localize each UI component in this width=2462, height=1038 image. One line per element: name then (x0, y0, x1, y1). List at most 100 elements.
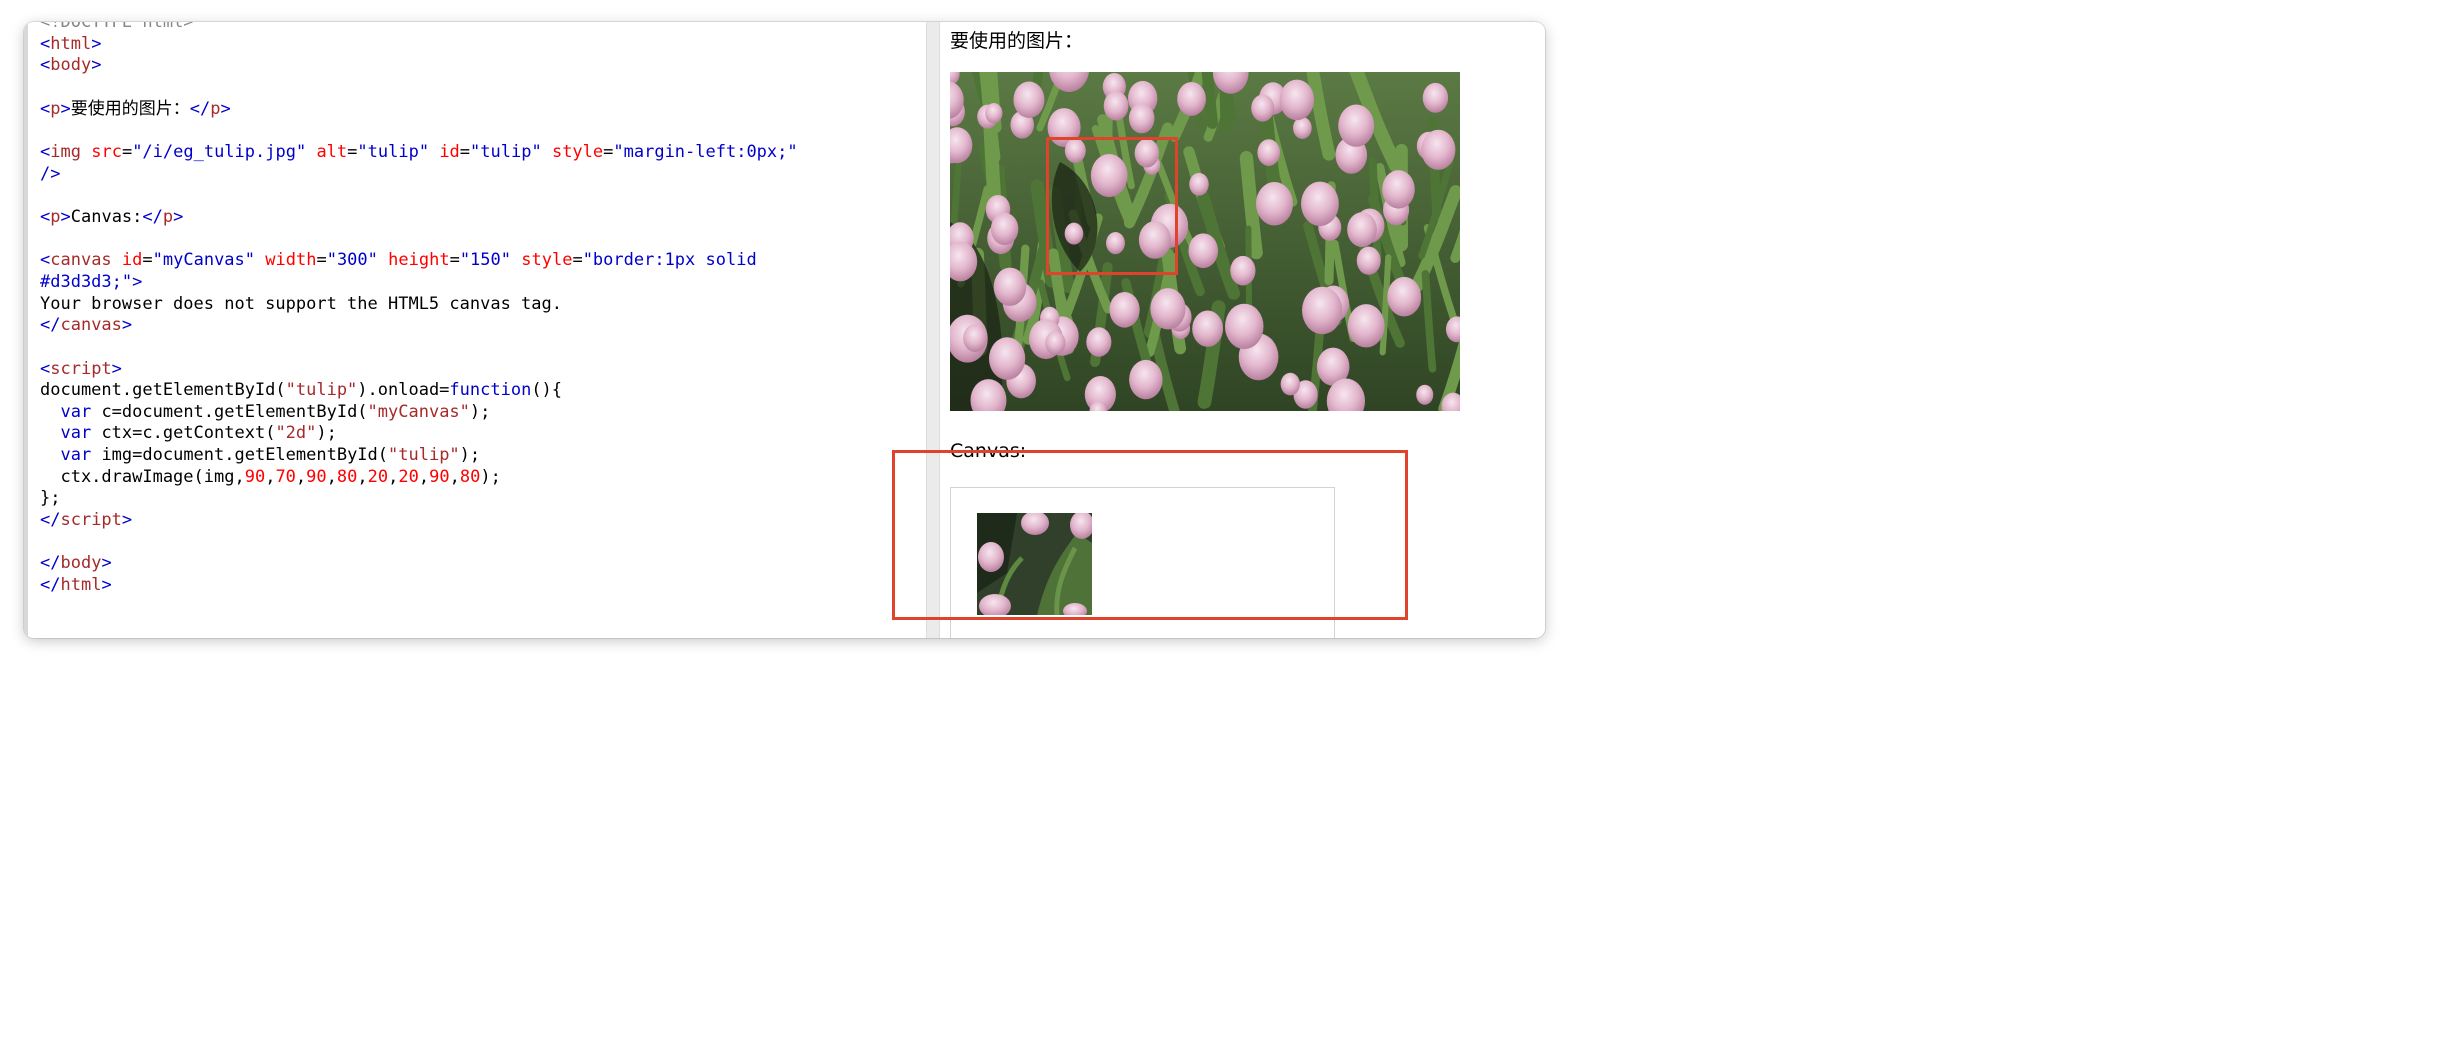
code-token: = (449, 250, 460, 271)
code-token: "margin-left:0px;" (613, 141, 798, 162)
canvas-highlight-box (892, 450, 1408, 620)
code-token: = (572, 250, 583, 271)
code-token: 90 (306, 466, 327, 487)
code-token: style (521, 250, 573, 271)
code-editor[interactable]: <!DOCTYPE html> <html> <body> <p>要使用的图片：… (24, 22, 926, 638)
code-token: }; (40, 488, 61, 509)
code-token: = (316, 250, 327, 271)
code-line[interactable]: </script> (40, 510, 132, 530)
code-line[interactable]: </body> (40, 553, 112, 573)
code-token: html (60, 575, 102, 596)
code-token: 90 (244, 466, 266, 487)
code-line[interactable]: Your browser does not support the HTML5 … (40, 294, 562, 314)
code-token: body (50, 55, 92, 76)
code-token: ctx=c.getContext( (91, 423, 276, 444)
code-token: 20 (398, 466, 419, 487)
code-token: Canvas: (70, 206, 143, 227)
code-token: > (111, 358, 122, 379)
code-token: img (50, 141, 81, 162)
tulip-bloom (1230, 255, 1256, 286)
code-token: height (388, 250, 450, 271)
tulip-bloom (985, 102, 1003, 124)
code-token: < (40, 98, 51, 119)
code-token: "/i/eg_tulip.jpg" (132, 141, 307, 162)
code-token: = (142, 250, 153, 271)
code-token: ); (316, 423, 337, 444)
code-token: </ (142, 206, 163, 227)
tulip-bloom (1189, 172, 1209, 196)
code-line[interactable]: <canvas id="myCanvas" width="300" height… (40, 250, 757, 270)
code-line[interactable]: <img src="/i/eg_tulip.jpg" alt="tulip" i… (40, 142, 798, 162)
code-token: "myCanvas" (152, 250, 256, 271)
tulip-bloom (1356, 246, 1381, 275)
code-line[interactable]: <body> (40, 55, 101, 75)
tulip-bloom (1224, 303, 1264, 350)
code-token: > (101, 553, 112, 574)
image-heading: 要使用的图片： (950, 30, 1084, 52)
code-token: > (91, 33, 102, 54)
code-token: 要使用的图片： (70, 98, 190, 119)
code-token: p (162, 206, 174, 227)
code-line[interactable]: </html> (40, 575, 112, 595)
code-token: </ (40, 575, 61, 596)
code-token: ).onload= (357, 380, 450, 401)
code-line[interactable]: var img=document.getElementById("tulip")… (40, 445, 480, 465)
code-line[interactable]: /> (40, 164, 60, 184)
code-line[interactable]: var c=document.getElementById("myCanvas"… (40, 402, 490, 422)
code-token: > (60, 98, 71, 119)
tulip-bloom (1045, 331, 1066, 355)
code-token: style (551, 141, 604, 162)
code-text[interactable]: <!DOCTYPE html> <html> <body> <p>要使用的图片：… (40, 22, 798, 597)
tulip-bloom (988, 337, 1026, 380)
tulip-bloom (1382, 170, 1415, 209)
code-token: > (91, 55, 102, 76)
leaf (982, 107, 1002, 217)
code-token: p (50, 206, 61, 227)
code-token: ); (469, 401, 491, 422)
code-line[interactable]: </canvas> (40, 315, 132, 335)
code-token: , (449, 466, 460, 487)
code-token: canvas (60, 315, 122, 336)
code-token: </ (40, 510, 61, 531)
code-line[interactable]: <p>要使用的图片：</p> (40, 99, 231, 119)
code-token: </ (40, 315, 61, 336)
tulip-bloom (1416, 384, 1434, 405)
code-token: function (449, 380, 532, 401)
code-line[interactable]: <script> (40, 359, 122, 379)
tulip-bloom (1347, 304, 1385, 348)
code-token: > (220, 98, 231, 119)
code-line[interactable]: document.getElementById("tulip").onload=… (40, 380, 562, 400)
code-line[interactable]: var ctx=c.getContext("2d"); (40, 423, 337, 444)
code-token: < (40, 55, 51, 76)
tulip-bloom (1109, 291, 1140, 328)
code-token: id (439, 141, 460, 162)
code-line[interactable]: #d3d3d3;"> (40, 272, 142, 292)
tulip-bloom (1338, 104, 1375, 147)
code-token: = (459, 141, 471, 162)
code-token: alt (316, 141, 348, 162)
code-token: "tulip" (470, 141, 542, 162)
code-token: ); (480, 466, 501, 487)
code-token: < (40, 33, 51, 54)
code-token: = (603, 141, 614, 162)
code-line[interactable]: <!DOCTYPE html> (40, 22, 194, 32)
code-line[interactable]: <html> (40, 34, 101, 54)
code-line[interactable]: }; (40, 488, 60, 508)
code-token: > (121, 510, 133, 531)
code-line[interactable]: ctx.drawImage(img,90,70,90,80,20,20,90,8… (40, 466, 501, 487)
tulip-bloom (1257, 139, 1281, 166)
code-token: , (418, 466, 430, 487)
code-token: < (40, 250, 51, 271)
code-token: script (50, 358, 112, 379)
code-token: <!DOCTYPE html> (40, 22, 194, 32)
code-token: </ (189, 98, 211, 119)
code-token: < (40, 141, 51, 162)
code-line[interactable]: <p>Canvas:</p> (40, 207, 183, 227)
code-token: > (60, 206, 71, 227)
